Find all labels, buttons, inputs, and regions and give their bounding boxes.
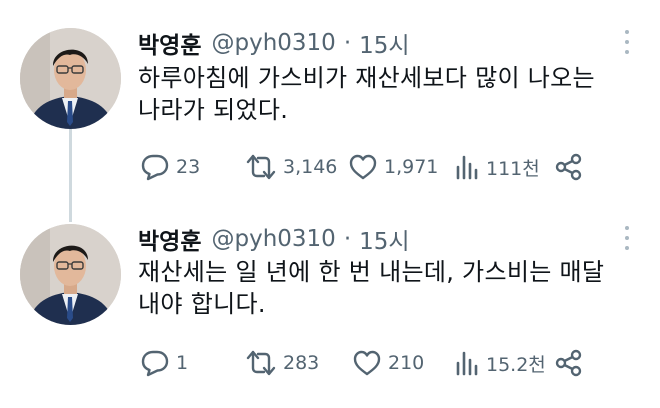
- reply-count: 23: [176, 156, 201, 178]
- like-count: 1,971: [384, 156, 439, 178]
- tweet-text-line: 내야 합니다.: [138, 290, 266, 318]
- author-name[interactable]: 박영훈: [138, 26, 201, 60]
- tweet[interactable]: 박영훈 @pyh0310 · 15시 하루아침에 가스비가 재산세보다 많이 나…: [0, 0, 660, 200]
- like-button[interactable]: 1,971: [348, 152, 438, 182]
- retweet-count: 283: [283, 352, 320, 374]
- tweet-text-line: 하루아침에 가스비가 재산세보다 많이 나오는: [138, 64, 595, 92]
- avatar[interactable]: [20, 28, 121, 129]
- like-button[interactable]: 210: [352, 348, 424, 378]
- tweet-text-line: 나라가 되었다.: [138, 96, 289, 124]
- reply-button[interactable]: 1: [140, 348, 188, 378]
- tweet-actions: 23 3,146 1,971 111천: [140, 152, 600, 182]
- reply-icon: [141, 350, 169, 377]
- views-bar-chart-icon: [456, 155, 478, 180]
- views-bar-chart-icon: [456, 351, 478, 376]
- avatar[interactable]: [20, 224, 121, 325]
- retweet-button[interactable]: 283: [245, 348, 319, 378]
- more-options-icon[interactable]: [624, 30, 630, 54]
- author-name[interactable]: 박영훈: [138, 222, 201, 256]
- retweet-icon: [246, 154, 276, 180]
- tweet-actions: 1 283 210 15.2천: [140, 348, 600, 378]
- tweet-text: 재산세는 일 년에 한 번 내는데, 가스비는 매달 내야 합니다.: [138, 256, 638, 320]
- tweet-text: 하루아침에 가스비가 재산세보다 많이 나오는 나라가 되었다.: [138, 62, 638, 126]
- separator-dot: ·: [343, 30, 352, 56]
- timestamp[interactable]: 15시: [359, 222, 409, 256]
- retweet-count: 3,146: [283, 156, 338, 178]
- author-handle[interactable]: @pyh0310: [211, 30, 335, 56]
- tweet-header: 박영훈 @pyh0310 · 15시: [138, 26, 410, 60]
- share-button[interactable]: [554, 152, 584, 182]
- tweet-header: 박영훈 @pyh0310 · 15시: [138, 222, 410, 256]
- heart-icon: [353, 350, 381, 376]
- reply-count: 1: [176, 352, 189, 374]
- share-button[interactable]: [554, 348, 584, 378]
- share-icon: [555, 153, 582, 181]
- views-button[interactable]: 15.2천: [454, 348, 546, 378]
- more-options-icon[interactable]: [624, 226, 630, 250]
- reply-icon: [141, 154, 169, 181]
- tweet-text-line: 재산세는 일 년에 한 번 내는데, 가스비는 매달: [138, 258, 605, 286]
- timestamp[interactable]: 15시: [359, 26, 409, 60]
- views-button[interactable]: 111천: [454, 152, 540, 182]
- view-count: 15.2천: [486, 353, 546, 376]
- heart-icon: [349, 154, 377, 180]
- reply-button[interactable]: 23: [140, 152, 200, 182]
- view-count: 111천: [486, 157, 540, 180]
- separator-dot: ·: [343, 226, 352, 252]
- share-icon: [555, 349, 582, 377]
- author-handle[interactable]: @pyh0310: [211, 226, 335, 252]
- tweet[interactable]: 박영훈 @pyh0310 · 15시 재산세는 일 년에 한 번 내는데, 가스…: [0, 200, 660, 408]
- like-count: 210: [388, 352, 425, 374]
- retweet-icon: [246, 350, 276, 376]
- retweet-button[interactable]: 3,146: [245, 152, 337, 182]
